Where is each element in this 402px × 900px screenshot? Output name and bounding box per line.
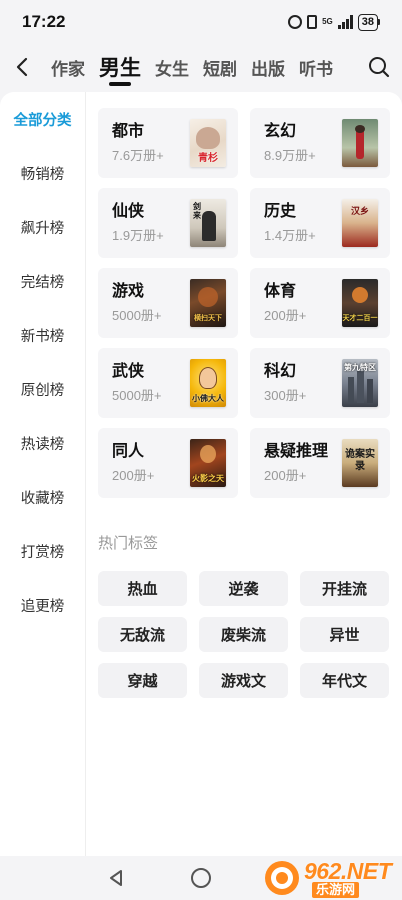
watermark: 962.NET 乐游网	[262, 856, 398, 900]
hot-tags: 热血 逆袭 开挂流 无敌流 废柴流 异世 穿越 游戏文 年代文	[98, 571, 390, 698]
tag-era-fiction[interactable]: 年代文	[300, 663, 389, 698]
tab-male[interactable]: 男生	[92, 44, 148, 90]
tab-short-drama[interactable]: 短剧	[196, 44, 244, 90]
vibrate-icon	[307, 15, 318, 29]
hot-tags-title: 热门标签	[98, 535, 159, 552]
watermark-text: 962.NET	[304, 858, 392, 884]
sidebar-item-tips[interactable]: 打赏榜	[0, 524, 85, 578]
category-grid: 都市 7.6万册+ 青杉 玄幻 8.9万册+ 仙侠 1.9万册+ 剑来 历史 1…	[98, 108, 390, 498]
cover-title: 青杉	[198, 153, 218, 164]
nav-home-circle-icon[interactable]	[191, 868, 211, 888]
sidebar-item-following[interactable]: 追更榜	[0, 578, 85, 632]
main-content: 都市 7.6万册+ 青杉 玄幻 8.9万册+ 仙侠 1.9万册+ 剑来 历史 1…	[86, 92, 402, 856]
book-cover: 小佛大人	[190, 359, 226, 407]
tag-underdog[interactable]: 废柴流	[199, 617, 288, 652]
book-cover: 第九特区	[342, 359, 378, 407]
book-cover	[342, 119, 378, 167]
tag-game-fiction[interactable]: 游戏文	[199, 663, 288, 698]
sidebar-item-all-categories[interactable]: 全部分类	[0, 92, 85, 146]
category-card-mystery[interactable]: 悬疑推理 200册+ 诡案实录	[250, 428, 390, 498]
tag-other-world[interactable]: 异世	[300, 617, 389, 652]
tab-writer[interactable]: 作家	[44, 44, 92, 90]
category-card-games[interactable]: 游戏 5000册+ 横扫天下	[98, 268, 238, 338]
search-icon	[369, 57, 390, 78]
book-cover: 青杉	[190, 119, 226, 167]
book-cover: 剑来	[190, 199, 226, 247]
cover-title: 横扫天下	[194, 315, 222, 322]
watermark-subtext: 乐游网	[312, 882, 360, 898]
category-card-urban[interactable]: 都市 7.6万册+ 青杉	[98, 108, 238, 178]
book-cover: 诡案实录	[342, 439, 378, 487]
status-icons: 5G 38	[288, 13, 380, 31]
signal-icon	[337, 15, 353, 29]
tab-female[interactable]: 女生	[148, 44, 196, 90]
category-card-scifi[interactable]: 科幻 300册+ 第九特区	[250, 348, 390, 418]
channel-tabs: 作家 男生 女生 短剧 出版 听书	[44, 44, 356, 90]
category-card-sports[interactable]: 体育 200册+ 天才二百一	[250, 268, 390, 338]
sidebar-item-new-books[interactable]: 新书榜	[0, 308, 85, 362]
status-time: 17:22	[22, 12, 66, 31]
tag-cheat[interactable]: 开挂流	[300, 571, 389, 606]
sidebar-item-favorites[interactable]: 收藏榜	[0, 470, 85, 524]
tab-audiobook[interactable]: 听书	[292, 44, 340, 90]
category-card-xianxia[interactable]: 仙侠 1.9万册+ 剑来	[98, 188, 238, 258]
cover-title: 剑来	[193, 202, 201, 220]
cover-title: 小佛大人	[192, 394, 224, 403]
cover-title: 汉乡	[350, 206, 369, 216]
tag-hot-blooded[interactable]: 热血	[98, 571, 187, 606]
alarm-icon	[288, 15, 303, 29]
content-panel: 全部分类 畅销榜 飙升榜 完结榜 新书榜 原创榜 热读榜 收藏榜 打赏榜 追更榜…	[0, 92, 402, 856]
cover-title: 第九特区	[344, 363, 376, 372]
network-type: 5G	[322, 17, 333, 26]
book-cover: 汉乡	[342, 199, 378, 247]
status-bar: 17:22 5G 38	[0, 0, 402, 44]
cover-title: 天才二百一	[342, 315, 378, 322]
category-card-history[interactable]: 历史 1.4万册+ 汉乡	[250, 188, 390, 258]
category-card-fantasy[interactable]: 玄幻 8.9万册+	[250, 108, 390, 178]
battery-icon: 38	[357, 13, 380, 31]
tag-comeback[interactable]: 逆袭	[199, 571, 288, 606]
watermark-logo-icon	[265, 861, 299, 895]
battery-level: 38	[357, 13, 378, 31]
sidebar-item-hot-reading[interactable]: 热读榜	[0, 416, 85, 470]
tag-time-travel[interactable]: 穿越	[98, 663, 187, 698]
top-nav: 作家 男生 女生 短剧 出版 听书	[0, 44, 402, 90]
tab-publishing[interactable]: 出版	[244, 44, 292, 90]
category-card-fan-fiction[interactable]: 同人 200册+ 火影之天	[98, 428, 238, 498]
book-cover: 火影之天	[190, 439, 226, 487]
back-button[interactable]	[0, 44, 44, 90]
sidebar: 全部分类 畅销榜 飙升榜 完结榜 新书榜 原创榜 热读榜 收藏榜 打赏榜 追更榜	[0, 92, 86, 856]
sidebar-item-original[interactable]: 原创榜	[0, 362, 85, 416]
cover-title: 诡案实录	[345, 449, 375, 472]
chevron-left-icon	[16, 57, 28, 77]
sidebar-item-completed[interactable]: 完结榜	[0, 254, 85, 308]
tag-invincible[interactable]: 无敌流	[98, 617, 187, 652]
search-button[interactable]	[356, 44, 402, 90]
sidebar-item-bestseller[interactable]: 畅销榜	[0, 146, 85, 200]
book-cover: 横扫天下	[190, 279, 226, 327]
nav-back-triangle-icon[interactable]	[106, 868, 126, 888]
book-cover: 天才二百一	[342, 279, 378, 327]
sidebar-item-rising[interactable]: 飙升榜	[0, 200, 85, 254]
category-card-martial-arts[interactable]: 武侠 5000册+ 小佛大人	[98, 348, 238, 418]
cover-title: 火影之天	[192, 474, 224, 483]
